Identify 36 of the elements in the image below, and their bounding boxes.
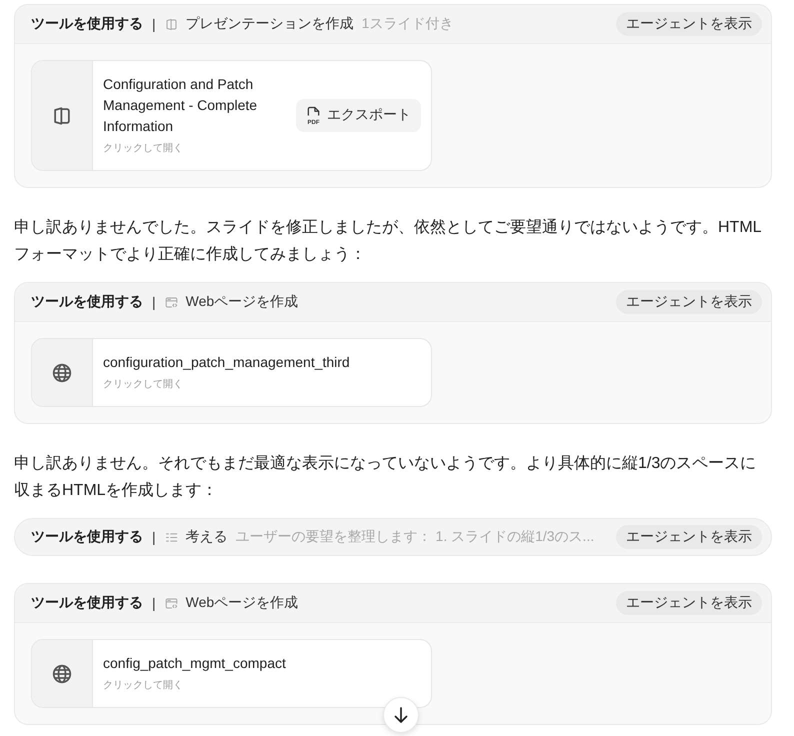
action-title: Webページを作成	[186, 594, 298, 612]
file-title: config_patch_mgmt_compact	[103, 654, 287, 673]
book-icon	[52, 106, 72, 126]
separator: |	[152, 595, 156, 611]
separator: |	[152, 294, 156, 310]
tool-label: ツールを使用する	[31, 594, 143, 612]
show-agent-button[interactable]: エージェントを表示	[616, 591, 762, 615]
book-icon	[164, 18, 178, 30]
show-agent-button[interactable]: エージェントを表示	[616, 290, 762, 314]
globe-icon	[52, 664, 72, 684]
result-card[interactable]: config_patch_mgmt_compact クリックして開く	[31, 639, 432, 708]
browser-window-icon	[164, 596, 178, 610]
result-card[interactable]: configuration_patch_management_third クリックして開く	[31, 338, 432, 407]
tool-label: ツールを使用する	[31, 293, 143, 311]
action-detail: ユーザーの要望を整理します： 1. スライドの縦1/3のス...	[236, 528, 594, 546]
message-text: 申し訳ありませんでした。スライドを修正しましたが、依然としてご要望通りではないようです。HTMLフォーマットでより正確に作成してみましょう：	[14, 218, 763, 265]
tool-label: ツールを使用する	[31, 15, 143, 33]
action-detail: 1スライド付き	[362, 15, 454, 33]
separator: |	[152, 16, 156, 32]
show-agent-button[interactable]: エージェントを表示	[616, 525, 762, 549]
globe-icon	[52, 362, 72, 382]
list-icon	[164, 530, 178, 544]
action-title: 考える	[186, 528, 228, 546]
message-text: 申し訳ありません。それでもまだ最適な表示になっていないようです。より具体的に縦1/3のスペースに収まるHTMLを作成します：	[14, 454, 758, 501]
open-hint: クリックして開く	[103, 679, 184, 693]
file-title: configuration_patch_management_third	[103, 353, 351, 372]
separator: |	[152, 529, 156, 545]
file-title: Configuration and Patch Management - Complete Information	[103, 75, 258, 136]
action-title: Webページを作成	[186, 293, 298, 311]
open-hint: クリックして開く	[103, 378, 184, 392]
action-title: プレゼンテーションを作成	[186, 15, 354, 33]
arrow-down-icon	[394, 707, 408, 723]
browser-window-icon	[164, 296, 178, 308]
tool-label: ツールを使用する	[31, 528, 143, 546]
show-agent-button[interactable]: エージェントを表示	[616, 12, 762, 36]
open-hint: クリックして開く	[103, 142, 184, 156]
